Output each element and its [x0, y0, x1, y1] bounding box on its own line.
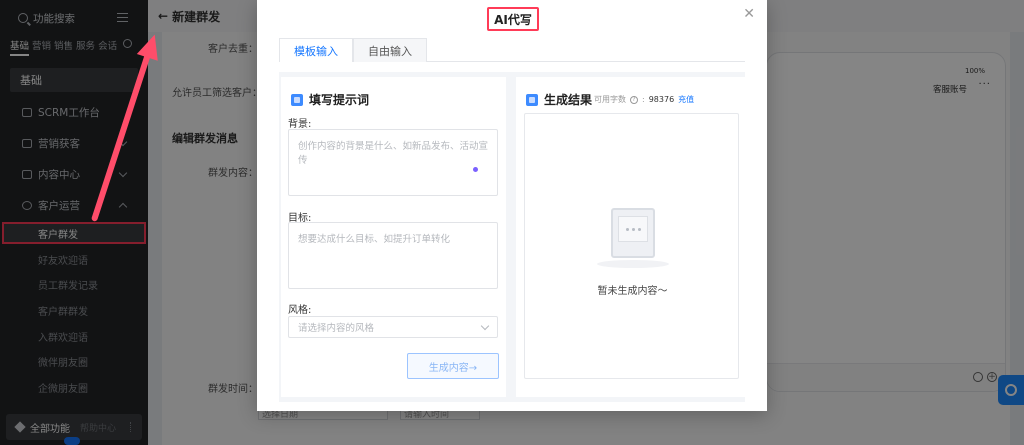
- generate-content-button[interactable]: 生成内容→: [407, 353, 499, 379]
- style-label: 风格:: [288, 305, 312, 316]
- background-label: 背景:: [288, 119, 312, 130]
- tab-free-input[interactable]: 自由输入: [353, 38, 427, 62]
- empty-state-text: 暂未生成内容～: [597, 286, 668, 297]
- tab-template-input[interactable]: 模板输入: [279, 38, 353, 62]
- modal-tabs: 模板输入 自由输入: [279, 38, 745, 62]
- result-panel: 生成结果 可用字数 ? : 98376 充值 暂未生成内容～: [516, 77, 747, 397]
- prompt-panel: 填写提示词 背景: 创作内容的背景是什么、如新品发布、活动宣传 目标: 想要达成…: [281, 77, 506, 397]
- word-count: 可用字数 ? : 98376 充值: [594, 94, 695, 105]
- empty-state-icon: [611, 208, 655, 258]
- background-textarea[interactable]: 创作内容的背景是什么、如新品发布、活动宣传: [288, 129, 498, 196]
- word-count-value: 98376: [648, 95, 675, 104]
- recharge-link[interactable]: 充值: [678, 94, 694, 105]
- image-icon: [526, 93, 538, 106]
- edit-icon: [291, 93, 303, 106]
- cursor-dot: [473, 167, 478, 172]
- result-panel-title: 生成结果: [544, 93, 593, 107]
- prompt-panel-header: 填写提示词: [291, 91, 369, 108]
- close-icon[interactable]: ✕: [743, 6, 755, 22]
- question-icon[interactable]: ?: [630, 95, 638, 104]
- empty-state-shadow: [597, 260, 669, 268]
- chevron-down-icon: [480, 321, 490, 331]
- result-box: 暂未生成内容～: [524, 113, 739, 379]
- modal-title: AI代写: [487, 7, 539, 31]
- prompt-panel-title: 填写提示词: [309, 93, 370, 107]
- word-count-label: 可用字数: [594, 95, 626, 104]
- style-select-placeholder: 请选择内容的风格: [298, 323, 375, 334]
- style-select[interactable]: 请选择内容的风格: [288, 316, 498, 338]
- result-panel-header: 生成结果: [526, 91, 592, 108]
- goal-textarea[interactable]: 想要达成什么目标、如提升订单转化: [288, 222, 498, 289]
